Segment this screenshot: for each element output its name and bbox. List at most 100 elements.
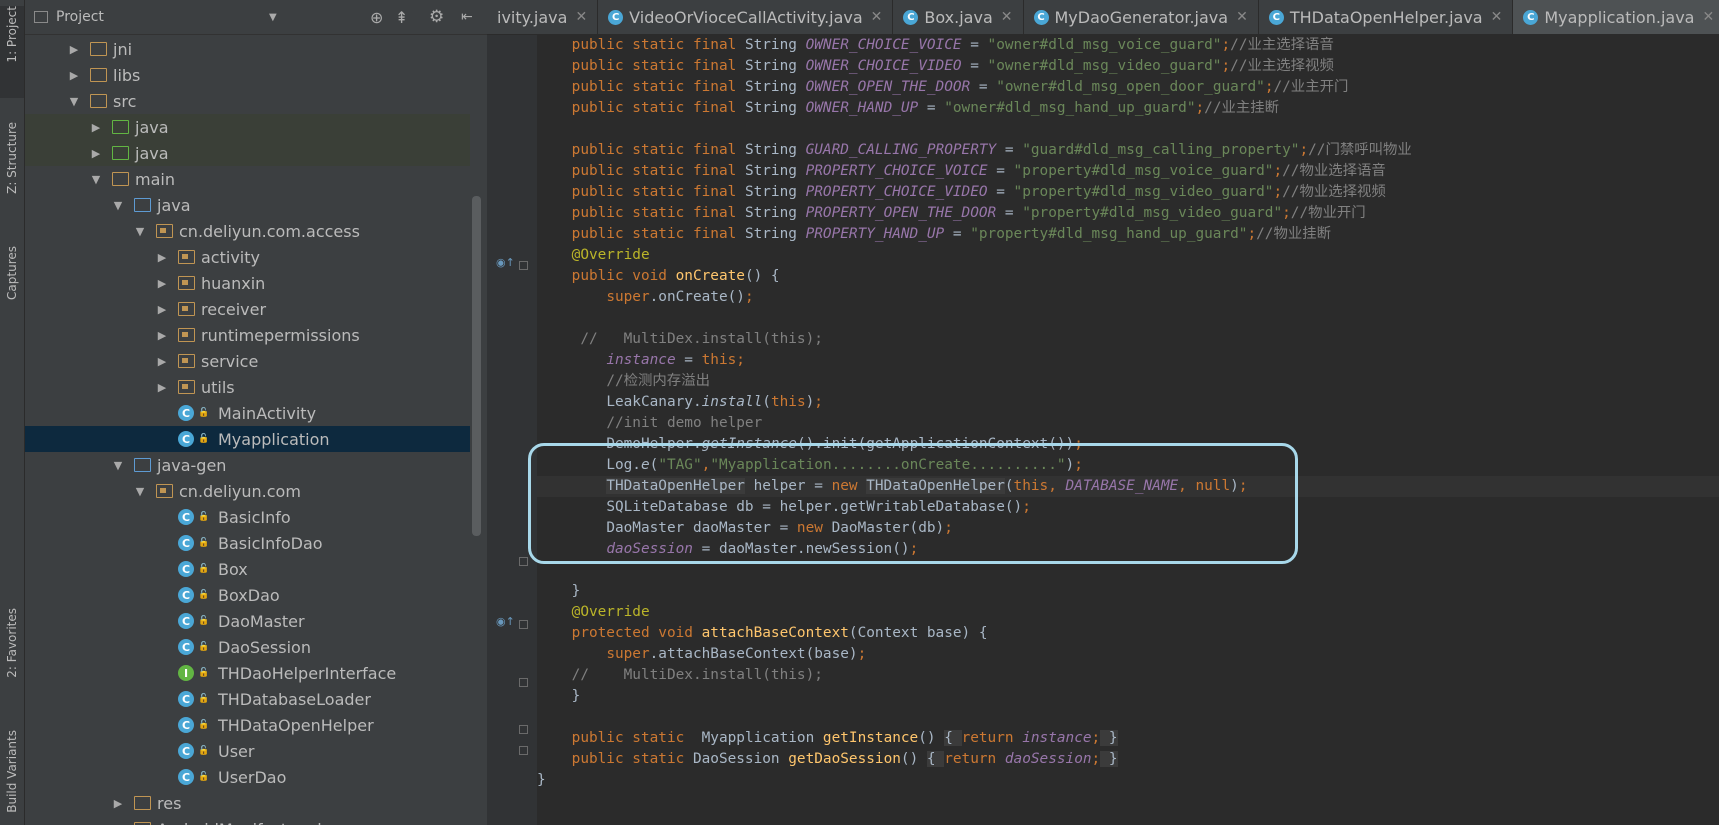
code-token: public static final (571, 142, 745, 158)
package-icon (178, 354, 195, 368)
tree-item[interactable]: C 🔓 DaoMaster (25, 608, 470, 634)
tree-item[interactable]: C 🔓 DaoSession (25, 634, 470, 660)
close-tab-icon[interactable]: ✕ (575, 9, 587, 25)
tree-item[interactable]: ▶ jni (25, 36, 470, 62)
collapsed-arrow-icon[interactable]: ▶ (156, 355, 168, 368)
tree-item[interactable]: ▼ java (25, 192, 470, 218)
tree-item[interactable]: ▶ java (25, 114, 470, 140)
expanded-arrow-icon[interactable]: ▼ (134, 485, 146, 498)
editor-tab[interactable]: C Box.java ✕ (893, 0, 1024, 34)
tool-tab-favorites[interactable]: 2: Favorites (0, 608, 24, 704)
tree-item[interactable]: ▶ runtimepermissions (25, 322, 470, 348)
hide-panel-icon[interactable]: ⇤ (461, 9, 473, 25)
collapsed-arrow-icon[interactable]: ▶ (112, 797, 124, 810)
code-editor[interactable]: public static final String OWNER_CHOICE_… (537, 35, 1719, 825)
tree-item[interactable]: ▼ cn.deliyun.com.access (25, 218, 470, 244)
collapsed-arrow-icon[interactable]: ▶ (156, 303, 168, 316)
code-line: public static final String PROPERTY_CHOI… (537, 182, 1719, 203)
code-token: //物业选择视频 (1282, 184, 1386, 200)
tree-item[interactable]: C 🔓 THDatabaseLoader (25, 686, 470, 712)
code-token: "Myapplication........onCreate..........… (710, 457, 1066, 473)
class-file-icon: C (1033, 9, 1049, 25)
collapsed-arrow-icon[interactable]: ▶ (90, 147, 102, 160)
editor-tab[interactable]: C THDataOpenHelper.java ✕ (1259, 0, 1514, 34)
tree-item[interactable]: ▶ libs (25, 62, 470, 88)
collapsed-arrow-icon[interactable]: ▶ (156, 329, 168, 342)
fold-toggle-icon[interactable] (519, 620, 528, 629)
editor-tab[interactable]: ivity.java ✕ (487, 0, 599, 34)
tree-item[interactable]: ▶ receiver (25, 296, 470, 322)
class-icon: C (178, 509, 194, 525)
tree-item[interactable]: C 🔓 Box (25, 556, 470, 582)
tool-tab-build-variants[interactable]: Build Variants (0, 730, 24, 825)
expanded-arrow-icon[interactable]: ▼ (112, 199, 124, 212)
tree-item[interactable]: ▼ java-gen (25, 452, 470, 478)
tree-item[interactable]: ▶ utils (25, 374, 470, 400)
code-token: String (744, 58, 806, 74)
tree-item[interactable]: C 🔓 User (25, 738, 470, 764)
tree-item[interactable]: ▼ src (25, 88, 470, 114)
close-tab-icon[interactable]: ✕ (1001, 9, 1013, 25)
override-marker-icon[interactable]: ◉↑ (496, 615, 515, 628)
tree-item[interactable]: ▼ cn.deliyun.com (25, 478, 470, 504)
tree-item[interactable]: AndroidManifest.xml (25, 816, 470, 825)
tree-item[interactable]: I 🔓 THDaoHelperInterface (25, 660, 470, 686)
tree-item[interactable]: ▶ service (25, 348, 470, 374)
locate-target-icon[interactable]: ⊕ (370, 8, 383, 27)
tree-item[interactable]: ▶ activity (25, 244, 470, 270)
tree-item-label: libs (113, 65, 141, 85)
collapsed-arrow-icon[interactable]: ▶ (90, 121, 102, 134)
settings-gear-icon[interactable]: ⚙ (429, 7, 444, 27)
collapsed-arrow-icon[interactable]: ▶ (156, 381, 168, 394)
tree-item[interactable]: C 🔓 BasicInfoDao (25, 530, 470, 556)
code-token: ; (1221, 37, 1231, 53)
fold-toggle-icon[interactable] (519, 678, 528, 687)
collapsed-arrow-icon[interactable]: ▶ (68, 69, 80, 82)
collapsed-arrow-icon[interactable]: ▶ (156, 277, 168, 290)
close-tab-icon[interactable]: ✕ (1236, 9, 1248, 25)
fold-toggle-icon[interactable] (519, 557, 528, 566)
editor-tab[interactable]: C MyDaoGenerator.java ✕ (1024, 0, 1259, 34)
tree-item[interactable]: ▶ res (25, 790, 470, 816)
code-token: String (744, 226, 806, 242)
code-token: Myapplication (701, 730, 823, 746)
tree-item[interactable]: C 🔓 BoxDao (25, 582, 470, 608)
close-tab-icon[interactable]: ✕ (1491, 9, 1503, 25)
package-icon (156, 224, 173, 238)
collapse-all-icon[interactable]: ⇞ (395, 8, 408, 27)
expanded-arrow-icon[interactable]: ▼ (90, 173, 102, 186)
close-tab-icon[interactable]: ✕ (871, 9, 883, 25)
expanded-arrow-icon[interactable]: ▼ (68, 95, 80, 108)
tree-item[interactable]: C 🔓 THDataOpenHelper (25, 712, 470, 738)
tool-tab-structure[interactable]: Z: Structure (0, 122, 24, 230)
view-dropdown-chevron-icon[interactable]: ▼ (269, 12, 277, 23)
fold-expand-icon[interactable] (519, 746, 528, 755)
expanded-arrow-icon[interactable]: ▼ (112, 459, 124, 472)
close-tab-icon[interactable]: ✕ (1702, 9, 1714, 25)
code-token: } (537, 688, 581, 704)
tree-item[interactable]: C 🔓 UserDao (25, 764, 470, 790)
fold-toggle-icon[interactable] (519, 261, 528, 270)
override-marker-icon[interactable]: ◉↑ (496, 256, 515, 269)
editor-tab[interactable]: C Myapplication.java ✕ (1513, 0, 1719, 34)
tree-item[interactable]: ▶ huanxin (25, 270, 470, 296)
code-token: DATABASE_NAME (1065, 478, 1179, 494)
tool-tab-project[interactable]: 1: Project (0, 6, 24, 98)
code-line: super.onCreate(); (537, 287, 1719, 308)
project-scrollbar[interactable] (472, 196, 481, 536)
editor-tab[interactable]: C VideoOrVioceCallActivity.java ✕ (598, 0, 894, 34)
code-token: ; (909, 541, 919, 557)
code-token: () (900, 751, 927, 767)
tree-item[interactable]: ▶ java (25, 140, 470, 166)
tree-item[interactable]: ▼ main (25, 166, 470, 192)
tool-tab-captures[interactable]: Captures (0, 246, 24, 328)
collapsed-arrow-icon[interactable]: ▶ (68, 43, 80, 56)
tree-item[interactable]: C 🔓 Myapplication (25, 426, 470, 452)
collapsed-arrow-icon[interactable]: ▶ (156, 251, 168, 264)
expanded-arrow-icon[interactable]: ▼ (134, 225, 146, 238)
fold-expand-icon[interactable] (519, 725, 528, 734)
tree-item[interactable]: C 🔓 MainActivity (25, 400, 470, 426)
tree-item[interactable]: C 🔓 BasicInfo (25, 504, 470, 530)
